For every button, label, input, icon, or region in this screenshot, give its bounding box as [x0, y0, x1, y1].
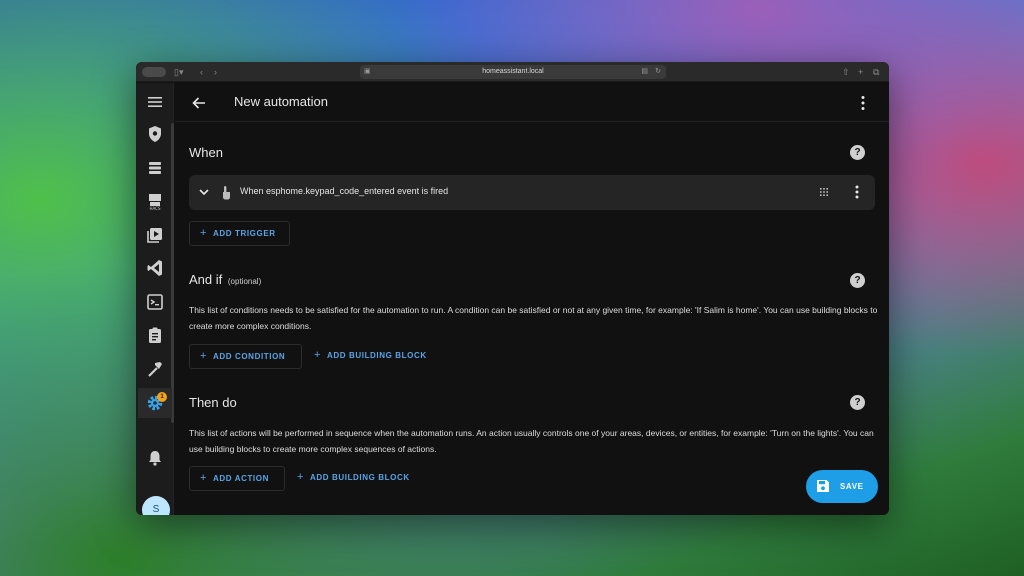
- new-tab-icon[interactable]: +: [858, 65, 863, 79]
- add-condition-label: ADD CONDITION: [213, 352, 286, 361]
- when-heading: When: [189, 145, 223, 160]
- add-building-block-button[interactable]: + ADD BUILDING BLOCK: [289, 466, 418, 491]
- plus-icon: +: [200, 350, 208, 362]
- bell-icon[interactable]: [145, 448, 165, 468]
- window-controls[interactable]: [142, 67, 166, 77]
- add-building-block-label: ADD BUILDING BLOCK: [310, 473, 410, 482]
- browser-toolbar: ▯▾ ‹ › ▣ homeassistant.local ▤ ↻ ⇧ + ⧉: [136, 62, 889, 82]
- add-building-block-button[interactable]: + ADD BUILDING BLOCK: [306, 344, 435, 369]
- add-building-block-label: ADD BUILDING BLOCK: [327, 351, 427, 360]
- trigger-description: When esphome.keypad_code_entered event i…: [240, 186, 449, 196]
- trigger-options-icon[interactable]: [852, 184, 862, 200]
- url-text: homeassistant.local: [482, 68, 544, 75]
- save-label: SAVE: [840, 482, 864, 491]
- and-if-heading: And if (optional): [189, 272, 261, 287]
- add-condition-button[interactable]: + ADD CONDITION: [189, 344, 302, 369]
- help-icon[interactable]: ?: [850, 273, 865, 288]
- help-icon[interactable]: ?: [850, 395, 865, 410]
- and-if-title: And if: [189, 272, 223, 287]
- plus-icon: +: [200, 472, 208, 484]
- then-do-heading: Then do: [189, 395, 237, 410]
- menu-icon[interactable]: [145, 92, 165, 112]
- add-action-label: ADD ACTION: [213, 474, 269, 483]
- terminal-icon[interactable]: [145, 292, 165, 312]
- plus-icon: +: [297, 471, 305, 483]
- help-icon[interactable]: ?: [850, 145, 865, 160]
- trigger-card[interactable]: When esphome.keypad_code_entered event i…: [189, 175, 875, 210]
- tabs-icon[interactable]: ⧉: [873, 65, 879, 79]
- sidebar-scrollbar[interactable]: [171, 123, 174, 423]
- conditions-description: This list of conditions needs to be sati…: [189, 305, 878, 331]
- hammer-icon[interactable]: [145, 359, 165, 379]
- arrow-left-icon[interactable]: [189, 93, 209, 113]
- plus-icon: +: [200, 227, 208, 239]
- shield-icon[interactable]: [145, 124, 165, 144]
- site-icon: ▣: [364, 68, 371, 75]
- chevron-down-icon[interactable]: [197, 185, 211, 199]
- more-options-icon[interactable]: [855, 94, 871, 112]
- add-trigger-button[interactable]: + ADD TRIGGER: [189, 221, 290, 246]
- browser-window: ▯▾ ‹ › ▣ homeassistant.local ▤ ↻ ⇧ + ⧉ H…: [136, 62, 889, 515]
- page-title: New automation: [234, 94, 328, 109]
- actions-description: This list of actions will be performed i…: [189, 428, 874, 454]
- sidebar-toggle-icon[interactable]: ▯▾: [174, 65, 183, 79]
- back-nav-icon[interactable]: ‹: [200, 65, 203, 79]
- svg-text:HACS: HACS: [149, 206, 160, 211]
- hacs-icon[interactable]: HACS: [145, 191, 165, 211]
- gesture-tap-icon: [223, 186, 230, 200]
- avatar[interactable]: S: [142, 496, 170, 515]
- reload-icon[interactable]: ↻: [655, 65, 661, 79]
- media-icon[interactable]: [145, 225, 165, 245]
- save-button[interactable]: SAVE: [806, 470, 878, 503]
- forward-nav-icon[interactable]: ›: [214, 65, 217, 79]
- notification-badge: 1: [157, 392, 167, 402]
- address-bar[interactable]: ▣ homeassistant.local ▤ ↻: [360, 65, 666, 79]
- add-action-button[interactable]: + ADD ACTION: [189, 466, 285, 491]
- sidebar: HACS 1 S: [136, 83, 174, 515]
- share-icon[interactable]: ⇧: [842, 65, 850, 79]
- optional-label: (optional): [227, 277, 262, 286]
- reader-icon[interactable]: ▤: [641, 65, 648, 79]
- plus-icon: +: [314, 349, 322, 361]
- add-trigger-label: ADD TRIGGER: [213, 229, 276, 238]
- clipboard-icon[interactable]: [145, 325, 165, 345]
- vscode-icon[interactable]: [145, 258, 165, 278]
- app-header: New automation: [175, 83, 889, 122]
- database-icon[interactable]: [145, 158, 165, 178]
- drag-handle-icon[interactable]: [819, 187, 829, 197]
- floppy-disk-icon: [817, 480, 829, 492]
